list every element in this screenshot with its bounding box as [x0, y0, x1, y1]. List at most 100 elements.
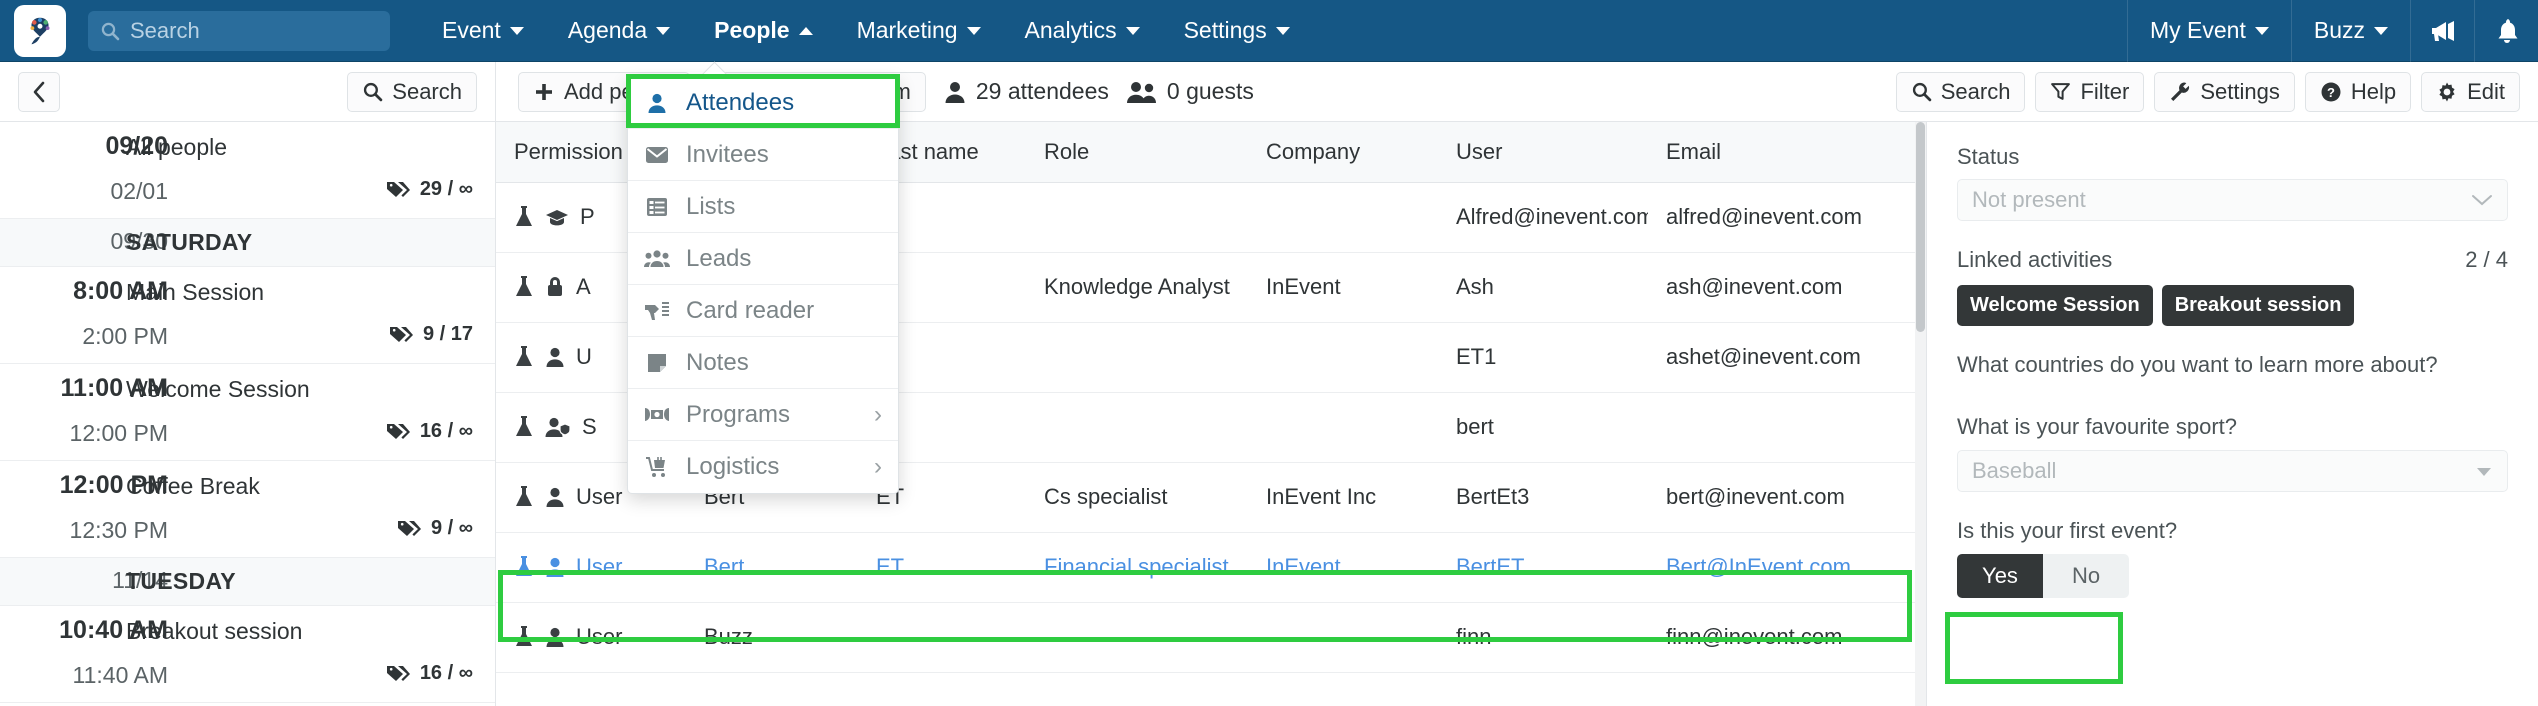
- agenda-capacity: 9 / ∞: [397, 517, 473, 540]
- global-search[interactable]: [88, 10, 390, 51]
- cell-email: bert@inevent.com: [1648, 462, 1926, 533]
- search-input[interactable]: [130, 17, 378, 44]
- back-button[interactable]: [18, 71, 60, 112]
- nav-label: Buzz: [2313, 17, 2365, 43]
- person-icon: [546, 627, 564, 647]
- people-dropdown-menu[interactable]: Attendees Invitees Lists Leads Card read…: [627, 76, 899, 494]
- menu-item-leads[interactable]: Leads: [628, 233, 898, 285]
- tag-icon: [386, 423, 410, 439]
- cell-company: InEvent: [1248, 532, 1438, 603]
- agenda-capacity-label: 9 / 17: [422, 323, 473, 345]
- list-icon: [644, 196, 670, 218]
- toggle-option-yes[interactable]: Yes: [1957, 554, 2043, 598]
- agenda-item-breakout-session[interactable]: 10:40 AM 11:40 AM Breakout session 16 / …: [0, 606, 495, 703]
- menu-item-card-reader[interactable]: Card reader: [628, 285, 898, 337]
- status-select[interactable]: Not present: [1957, 179, 2508, 221]
- cell-email: alfred@inevent.com: [1648, 182, 1926, 253]
- menu-item-label: Logistics: [686, 453, 780, 480]
- menu-item-invitees[interactable]: Invitees: [628, 129, 898, 181]
- nav-item-people[interactable]: People: [692, 0, 834, 62]
- agenda-capacity: 29 / ∞: [386, 178, 473, 201]
- tag-icon: [386, 665, 410, 681]
- table-row-selected[interactable]: User Bert ET Financial specialist InEven…: [496, 532, 1926, 603]
- nav-item-agenda[interactable]: Agenda: [546, 0, 692, 62]
- table-vertical-scrollbar[interactable]: [1915, 122, 1926, 706]
- toggle-option-no[interactable]: No: [2043, 554, 2129, 598]
- menu-item-programs[interactable]: Programs ›: [628, 389, 898, 441]
- scrollbar-thumb[interactable]: [1916, 122, 1925, 332]
- cell-role: [1026, 602, 1248, 673]
- agenda-day-header-tuesday: 11/14 TUESDAY: [0, 558, 495, 606]
- menu-item-label: Card reader: [686, 296, 815, 324]
- nav-label: Marketing: [856, 17, 958, 43]
- agenda-sidebar[interactable]: 09/20 02/01 All people 29 / ∞ 09/30 SATU…: [0, 122, 496, 706]
- agenda-item-welcome-session[interactable]: 11:00 AM 12:00 PM Welcome Session 16 / ∞: [0, 364, 495, 461]
- nav-item-my-event[interactable]: My Event: [2126, 0, 2291, 62]
- gear-icon: [2439, 82, 2455, 101]
- menu-item-label: Lists: [686, 192, 736, 220]
- nav-item-analytics[interactable]: Analytics: [1003, 0, 1162, 62]
- settings-button[interactable]: Settings: [2154, 71, 2295, 112]
- edit-button[interactable]: Edit: [2421, 71, 2520, 112]
- menu-item-lists[interactable]: Lists: [628, 181, 898, 233]
- question-first-event-label: Is this your first event?: [1957, 518, 2178, 543]
- filter-button[interactable]: Filter: [2035, 71, 2145, 112]
- flask-icon: [516, 346, 532, 366]
- inevent-logo-icon: [30, 17, 50, 44]
- col-header-company[interactable]: Company: [1248, 122, 1438, 183]
- agenda-item-main-session[interactable]: 8:00 AM 2:00 PM Main Session 9 / 17: [0, 267, 495, 364]
- cell-user: bert: [1438, 392, 1648, 463]
- cell-company: [1248, 602, 1438, 673]
- chevron-down-icon: [2254, 26, 2269, 35]
- filter-icon: [2051, 83, 2071, 100]
- nav-item-settings[interactable]: Settings: [1162, 0, 1312, 62]
- menu-item-attendees[interactable]: Attendees: [628, 77, 898, 129]
- agenda-item-coffee-break[interactable]: 12:00 PM 12:30 PM Coffee Break 9 / ∞: [0, 461, 495, 558]
- notifications-button[interactable]: [2474, 0, 2538, 62]
- announcements-button[interactable]: [2410, 0, 2474, 62]
- sport-select[interactable]: Baseball: [1957, 450, 2508, 492]
- agenda-day-label: SATURDAY: [126, 229, 253, 255]
- app-logo[interactable]: [14, 4, 66, 57]
- agenda-item-all-people[interactable]: 09/20 02/01 All people 29 / ∞: [0, 122, 495, 219]
- status-value: Not present: [1972, 187, 2086, 212]
- cell-role: [1026, 392, 1248, 463]
- page-toolbar: Search Add people Choose random 29 atten: [0, 61, 2538, 122]
- chevron-down-icon: [1275, 26, 1290, 35]
- table-search-button[interactable]: Search: [1895, 71, 2026, 112]
- person-icon: [644, 92, 670, 114]
- plus-icon: [536, 83, 552, 100]
- permission-label: S: [582, 414, 597, 439]
- menu-item-label: Leads: [686, 244, 752, 272]
- bell-icon: [2498, 18, 2517, 43]
- cell-user: finn: [1438, 602, 1648, 673]
- nav-item-event[interactable]: Event: [420, 0, 546, 62]
- help-circle-icon: ?: [2321, 82, 2341, 101]
- menu-item-notes[interactable]: Notes: [628, 337, 898, 389]
- menu-item-logistics[interactable]: Logistics ›: [628, 441, 898, 493]
- main-nav: Event Agenda People Marketing Analytics …: [420, 0, 1312, 62]
- nav-item-buzz[interactable]: Buzz: [2290, 0, 2410, 62]
- sidebar-search-button[interactable]: Search: [347, 71, 477, 112]
- nav-item-marketing[interactable]: Marketing: [835, 0, 1003, 62]
- cell-company: [1248, 182, 1438, 253]
- table-row[interactable]: User Buzz finn finn@inevent.com: [496, 602, 1926, 673]
- chip-breakout-session[interactable]: Breakout session: [2161, 285, 2355, 326]
- first-event-toggle[interactable]: Yes No: [1957, 554, 2129, 598]
- menu-item-label: Notes: [686, 348, 749, 376]
- col-header-user[interactable]: User: [1438, 122, 1648, 183]
- programs-icon: [644, 406, 670, 424]
- col-header-role[interactable]: Role: [1026, 122, 1248, 183]
- group-icon: [644, 249, 670, 269]
- help-button[interactable]: ? Help: [2304, 71, 2412, 112]
- cell-company: InEvent Inc: [1248, 462, 1438, 533]
- chip-welcome-session[interactable]: Welcome Session: [1957, 285, 2153, 326]
- status-label: Status: [1957, 144, 2020, 169]
- agenda-day-label: TUESDAY: [126, 568, 236, 594]
- tag-icon: [397, 520, 421, 536]
- permission-label: User: [576, 484, 623, 509]
- help-label: Help: [2350, 78, 2397, 104]
- col-header-email[interactable]: Email: [1648, 122, 1926, 183]
- question-countries-spacer: [1957, 388, 2508, 414]
- chevron-up-icon: [798, 26, 813, 35]
